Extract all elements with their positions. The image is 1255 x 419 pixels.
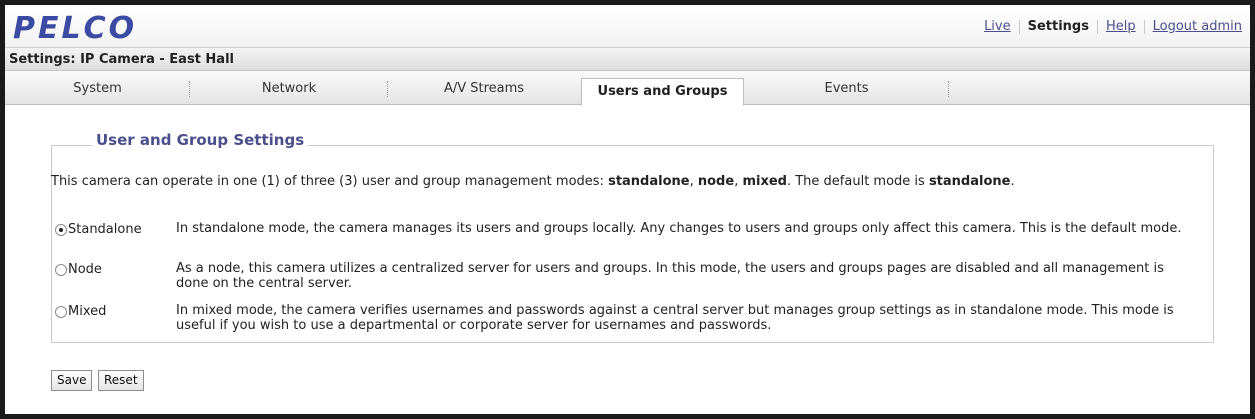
intro-mode-mixed: mixed: [742, 174, 787, 189]
intro-mid: . The default mode is: [786, 174, 929, 189]
tab-users-and-groups[interactable]: Users and Groups: [581, 78, 744, 106]
intro-end: .: [1010, 174, 1015, 189]
radio-standalone[interactable]: [55, 224, 67, 236]
intro-comma: ,: [689, 174, 698, 189]
intro-mode-standalone: standalone: [608, 174, 690, 189]
tab-label: Events: [824, 81, 869, 96]
radio-label-node[interactable]: Node: [68, 262, 102, 277]
radio-label-mixed[interactable]: Mixed: [68, 304, 106, 319]
intro-mode-node: node: [697, 174, 735, 189]
tab-label: A/V Streams: [443, 81, 525, 96]
tab-label: System: [73, 81, 122, 96]
header-bar: PELCO Live Settings Help Logout admin: [5, 5, 1250, 47]
logo-text: PELCO: [13, 11, 137, 45]
tab-label: Users and Groups: [597, 84, 728, 99]
tab-av-streams[interactable]: A/V Streams: [388, 77, 580, 101]
nav-link-live[interactable]: Live: [984, 19, 1011, 34]
page-title: Settings: IP Camera - East Hall: [5, 47, 1250, 71]
nav-link-logout[interactable]: Logout admin: [1153, 19, 1242, 34]
tab-events[interactable]: Events: [744, 77, 949, 101]
mode-description-standalone: In standalone mode, the camera manages i…: [176, 221, 1182, 236]
pelco-logo: PELCO: [13, 11, 137, 45]
nav-separator: [1143, 19, 1145, 34]
nav-link-help[interactable]: Help: [1106, 19, 1136, 34]
section-legend: User and Group Settings: [92, 131, 309, 149]
radio-label-standalone[interactable]: Standalone: [68, 222, 142, 237]
mode-description-mixed: In mixed mode, the camera verifies usern…: [176, 303, 1174, 333]
reset-button[interactable]: Reset: [98, 370, 144, 391]
radio-mixed[interactable]: [55, 306, 67, 318]
radio-node[interactable]: [55, 264, 67, 276]
tab-system[interactable]: System: [5, 77, 190, 101]
tab-divider: [948, 81, 949, 97]
nav-separator: [1096, 19, 1098, 34]
intro-default-mode: standalone: [928, 174, 1011, 189]
save-button[interactable]: Save: [51, 370, 93, 391]
tab-label: Network: [261, 81, 317, 96]
nav-link-settings[interactable]: Settings: [1028, 19, 1089, 34]
mode-intro-text: This camera can operate in one (1) of th…: [51, 174, 1015, 189]
intro-prefix: This camera can operate in one (1) of th…: [51, 174, 609, 189]
settings-tabs: System Network A/V Streams Users and Gro…: [5, 71, 1250, 106]
mode-description-node: As a node, this camera utilizes a centra…: [176, 261, 1164, 291]
tab-network[interactable]: Network: [190, 77, 388, 101]
nav-separator: [1018, 19, 1020, 34]
top-nav: Live Settings Help Logout admin: [984, 19, 1242, 34]
